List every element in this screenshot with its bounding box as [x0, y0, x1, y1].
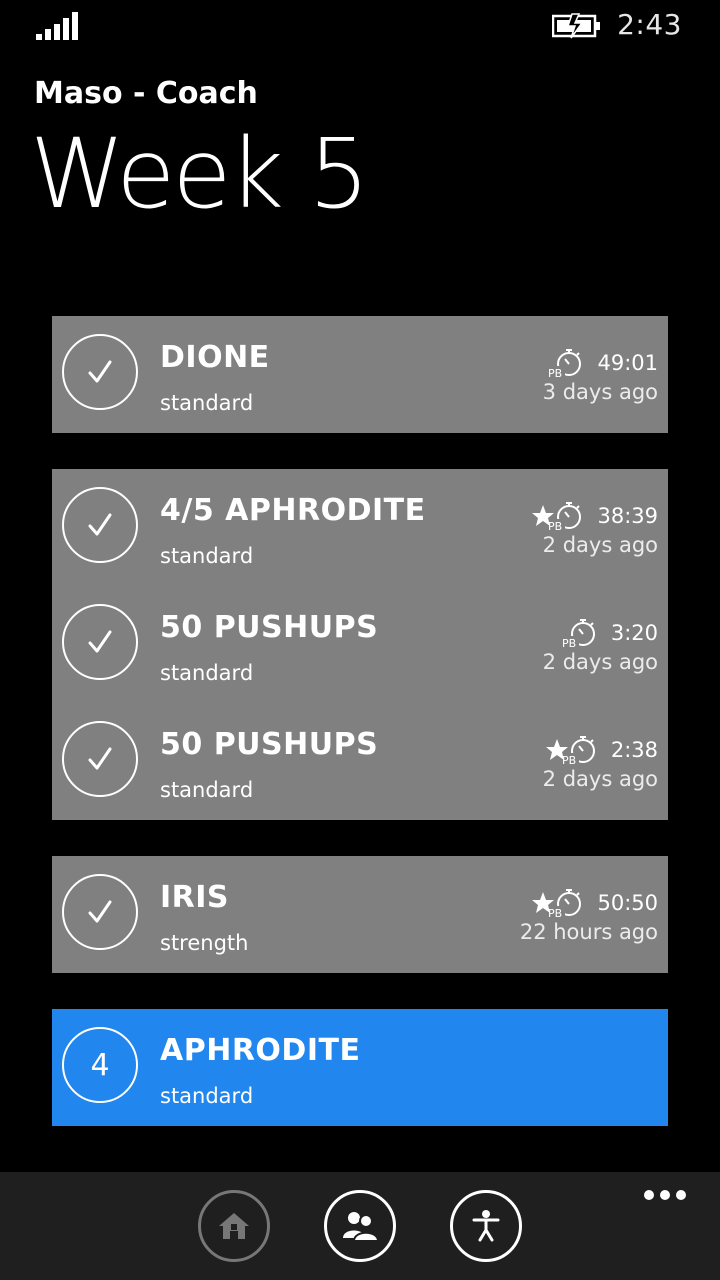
workout-name: 4/5 APHRODITE [160, 493, 426, 528]
workout-row[interactable]: 4/5 APHRODITE standard 38:39 2 days ago [52, 469, 668, 586]
home-button[interactable] [198, 1190, 270, 1262]
workout-row[interactable]: DIONE standard 49:01 3 days ago [52, 316, 668, 433]
person-button[interactable] [450, 1190, 522, 1262]
workout-row[interactable]: 50 PUSHUPS standard 2:38 2 days ago [52, 703, 668, 820]
workout-name: IRIS [160, 880, 230, 915]
workout-result: 50:50 22 hours ago [520, 886, 658, 944]
checkmark-icon [88, 513, 112, 536]
battery-charging-icon [552, 13, 600, 39]
personal-best-stopwatch-icon [546, 349, 582, 379]
signal-bars-icon [36, 12, 78, 40]
workout-result: 49:01 3 days ago [543, 346, 658, 404]
workout-group-3: IRIS strength 50:50 22 hours ago [52, 856, 668, 973]
workout-group-2: 4/5 APHRODITE standard 38:39 2 days ago … [52, 469, 668, 820]
home-icon [219, 1213, 249, 1239]
workout-type: standard [160, 661, 254, 685]
workout-time: 3:20 [610, 621, 658, 645]
clock: 2:43 [617, 8, 682, 41]
workout-type: standard [160, 391, 254, 415]
workout-type: standard [160, 778, 254, 802]
person-icon [472, 1210, 500, 1242]
people-button[interactable] [324, 1190, 396, 1262]
workout-time: 50:50 [597, 891, 658, 915]
ellipsis-icon[interactable] [644, 1190, 686, 1200]
workout-time: 2:38 [610, 738, 658, 762]
completed-circle [62, 487, 138, 563]
workout-number-circle: 4 [62, 1027, 138, 1103]
workout-name: DIONE [160, 340, 270, 375]
workout-group-active: 4 APHRODITE standard [52, 1009, 668, 1126]
status-bar: 2:43 [0, 0, 720, 52]
checkmark-icon [88, 900, 112, 923]
workout-row-upcoming[interactable]: 4 APHRODITE standard [52, 1009, 668, 1126]
checkmark-icon [88, 360, 112, 383]
workout-ago: 2 days ago [542, 767, 658, 791]
people-icon [343, 1212, 380, 1242]
completed-circle [62, 721, 138, 797]
page-title: Week 5 [30, 118, 370, 230]
workout-type: standard [160, 1084, 254, 1108]
workout-type: strength [160, 931, 249, 955]
checkmark-icon [88, 747, 112, 770]
checkmark-icon [88, 630, 112, 653]
workout-name: 50 PUSHUPS [160, 727, 379, 762]
star-icon [532, 892, 555, 913]
app-title: Maso - Coach [34, 76, 258, 111]
workout-ago: 22 hours ago [519, 920, 658, 944]
completed-circle [62, 334, 138, 410]
workout-result: 3:20 2 days ago [543, 616, 658, 674]
workout-ago: 2 days ago [542, 533, 658, 557]
workout-group-1: DIONE standard 49:01 3 days ago [52, 316, 668, 433]
personal-best-stopwatch-icon [559, 619, 595, 649]
completed-circle [62, 874, 138, 950]
workout-name: 50 PUSHUPS [160, 610, 379, 645]
workout-ago: 2 days ago [542, 650, 658, 674]
star-icon [545, 739, 568, 760]
workout-number: 4 [90, 1047, 110, 1083]
workout-type: standard [160, 544, 254, 568]
completed-circle [62, 604, 138, 680]
workout-ago: 3 days ago [542, 380, 658, 404]
workout-result: 2:38 2 days ago [543, 733, 658, 791]
workout-time: 38:39 [597, 504, 658, 528]
star-icon [532, 505, 555, 526]
workout-row[interactable]: 50 PUSHUPS standard 3:20 2 days ago [52, 586, 668, 703]
workout-time: 49:01 [597, 351, 658, 375]
workout-result: 38:39 2 days ago [531, 499, 658, 557]
workout-row[interactable]: IRIS strength 50:50 22 hours ago [52, 856, 668, 973]
app-bar [0, 1172, 720, 1280]
workout-name: APHRODITE [160, 1033, 361, 1068]
